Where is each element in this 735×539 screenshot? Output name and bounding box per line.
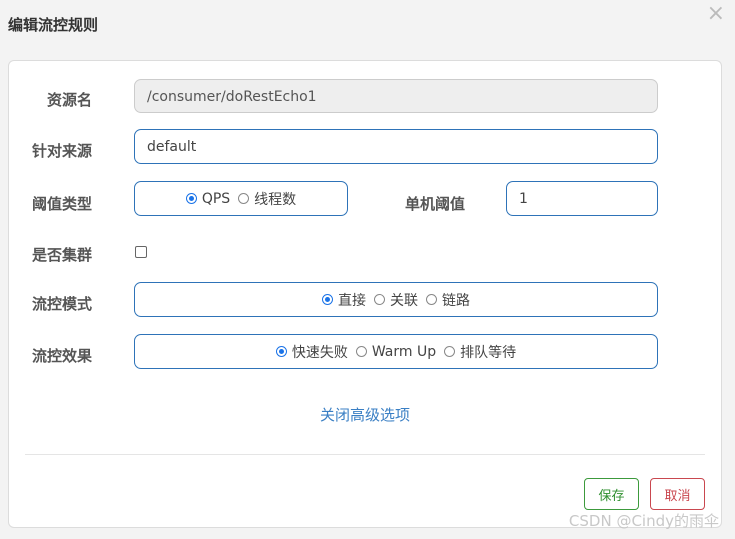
threshold-type-qps-label: QPS (201, 190, 231, 207)
dialog-title: 编辑流控规则 (8, 16, 99, 34)
threshold-type-thread-option[interactable]: 线程数 (238, 189, 296, 209)
flow-mode-direct-option[interactable]: 直接 (322, 290, 366, 310)
radio-icon[interactable] (374, 294, 385, 305)
form-panel: 资源名 /consumer/doRestEcho1 针对来源 default 阈… (8, 60, 722, 528)
flow-effect-warm-up-option[interactable]: Warm Up (355, 343, 437, 360)
threshold-type-thread-label: 线程数 (254, 191, 297, 208)
save-button[interactable]: 保存 (584, 478, 639, 510)
toggle-advanced-link[interactable]: 关闭高级选项 (9, 404, 721, 425)
close-icon[interactable]: × (707, 3, 725, 25)
flow-effect-queue-label: 排队等待 (460, 344, 517, 361)
radio-icon[interactable] (238, 193, 250, 204)
resource-input: /consumer/doRestEcho1 (134, 79, 658, 113)
radio-checked-icon[interactable] (275, 346, 287, 357)
divider (25, 454, 705, 455)
cancel-button[interactable]: 取消 (650, 478, 705, 510)
radio-checked-icon[interactable] (322, 294, 333, 305)
flow-mode-direct-label: 直接 (338, 292, 366, 309)
watermark: CSDN @Cindy的雨伞 (568, 512, 719, 530)
threshold-label: 单机阈值 (405, 195, 466, 213)
flow-effect-label: 流控效果 (32, 347, 93, 365)
threshold-input[interactable]: 1 (506, 181, 658, 216)
flow-mode-relate-option[interactable]: 关联 (374, 290, 418, 310)
resource-label: 资源名 (47, 91, 93, 109)
flow-effect-fail-fast-option[interactable]: 快速失败 (275, 342, 348, 362)
flow-effect-group: 快速失败 Warm Up 排队等待 (134, 334, 658, 369)
threshold-type-label: 阈值类型 (32, 195, 93, 213)
flow-effect-fail-fast-label: 快速失败 (291, 344, 348, 361)
cluster-checkbox[interactable] (135, 246, 147, 258)
radio-icon[interactable] (355, 346, 367, 357)
flow-effect-warm-up-label: Warm Up (371, 343, 437, 360)
origin-input[interactable]: default (134, 129, 658, 164)
radio-icon[interactable] (426, 294, 437, 305)
threshold-type-qps-option[interactable]: QPS (185, 190, 231, 207)
flow-mode-chain-option[interactable]: 链路 (426, 290, 470, 310)
threshold-type-group: QPS 线程数 (134, 181, 348, 216)
flow-effect-queue-option[interactable]: 排队等待 (444, 342, 516, 362)
flow-mode-label: 流控模式 (32, 295, 93, 313)
flow-mode-relate-label: 关联 (390, 292, 418, 309)
origin-label: 针对来源 (32, 142, 93, 160)
radio-checked-icon[interactable] (185, 193, 197, 204)
flow-mode-group: 直接 关联 链路 (134, 282, 658, 317)
cluster-label: 是否集群 (32, 246, 93, 264)
flow-mode-chain-label: 链路 (442, 292, 470, 309)
radio-icon[interactable] (444, 346, 456, 357)
